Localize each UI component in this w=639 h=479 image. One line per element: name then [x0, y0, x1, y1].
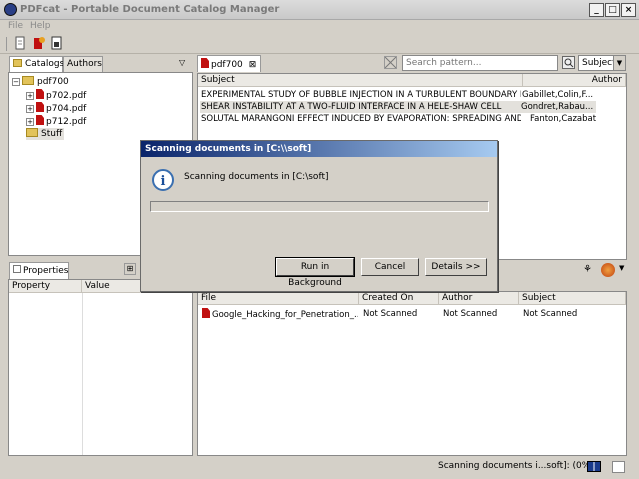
column-header[interactable]: Created On — [359, 292, 439, 305]
window-title: PDFcat - Portable Document Catalog Manag… — [20, 4, 280, 15]
table-row-author[interactable]: Not Scanned — [443, 308, 518, 320]
properties-icon — [13, 265, 21, 273]
status-bar: Scanning documents i...soft]: (0%) — [196, 457, 639, 479]
progress-bar — [150, 201, 489, 212]
table-row-subject[interactable]: SHEAR INSTABILITY AT A TWO-FLUID INTERFA… — [200, 101, 521, 113]
dialog-message: Scanning documents in [C:\soft] — [184, 172, 329, 182]
folder-icon — [26, 128, 38, 137]
search-field-select[interactable]: Subject ▼ — [578, 55, 626, 71]
toolbar — [0, 34, 639, 54]
search-go-icon[interactable] — [562, 56, 575, 69]
close-button[interactable]: × — [621, 3, 636, 17]
tree-item-file[interactable]: + p704.pdf — [26, 102, 86, 115]
collapse-icon[interactable]: − — [12, 78, 20, 86]
scan-icon[interactable] — [32, 36, 46, 50]
table-row-subject[interactable]: Not Scanned — [523, 308, 623, 320]
column-header[interactable]: Property — [9, 280, 82, 293]
table-row-file[interactable]: Google_Hacking_for_Penetration_... — [202, 308, 358, 320]
panel-options-icon[interactable]: ⊞ — [124, 263, 136, 275]
svg-text:i: i — [161, 174, 166, 189]
column-header[interactable]: Subject — [198, 74, 523, 87]
dialog-title: Scanning documents in [C:\\soft] — [141, 141, 497, 157]
column-header[interactable]: Subject — [519, 292, 626, 305]
tab-pdf700[interactable]: pdf700 ⊠ — [197, 55, 261, 72]
folder-icon — [22, 76, 34, 85]
new-catalog-icon[interactable] — [13, 36, 27, 50]
scanning-dialog: Scanning documents in [C:\\soft] i Scann… — [140, 140, 498, 292]
folder-icon — [13, 59, 22, 67]
tree-item-folder[interactable]: Stuff — [26, 128, 65, 140]
close-tab-icon[interactable]: ⊠ — [249, 60, 257, 70]
pdf-icon — [202, 308, 210, 318]
expand-icon[interactable]: + — [26, 92, 34, 100]
tab-catalogs[interactable]: Catalogs — [9, 56, 64, 73]
progress-icon[interactable] — [587, 461, 601, 472]
column-header[interactable]: File — [198, 292, 359, 305]
table-row-subject[interactable]: SOLUTAL MARANGONI EFFECT INDUCED BY EVAP… — [201, 113, 521, 125]
expand-icon[interactable]: + — [26, 105, 34, 113]
table-row-created[interactable]: Not Scanned — [363, 308, 438, 320]
title-bar: PDFcat - Portable Document Catalog Manag… — [0, 0, 639, 20]
properties-table: Property Value — [8, 279, 193, 456]
menu-bar: File Help — [0, 20, 639, 34]
column-header[interactable]: Author — [439, 292, 519, 305]
app-icon — [4, 3, 17, 16]
pdf-icon — [36, 89, 44, 99]
minimize-button[interactable]: _ — [589, 3, 604, 17]
info-icon: i — [151, 168, 175, 192]
maximize-button[interactable]: □ — [605, 3, 620, 17]
pdf-icon — [36, 115, 44, 125]
table-row-author[interactable]: Fanton,Cazabat — [530, 113, 626, 125]
pdf-icon — [201, 58, 209, 68]
people-icon[interactable]: ⚘ — [583, 264, 596, 277]
edit-icon[interactable] — [50, 36, 64, 50]
menu-help[interactable]: Help — [30, 21, 51, 31]
tree-root[interactable]: − pdf700 — [12, 76, 69, 88]
search-input[interactable] — [402, 55, 558, 71]
cancel-button[interactable]: Cancel — [361, 258, 419, 276]
details-button[interactable]: Details >> — [425, 258, 487, 276]
column-header[interactable]: Author — [523, 74, 626, 87]
tab-authors[interactable]: Authors — [63, 56, 103, 73]
table-row-author[interactable]: Gondret,Rabau... — [521, 101, 596, 113]
status-text: Scanning documents i...soft]: (0%) — [438, 461, 594, 471]
console-icon[interactable] — [612, 461, 625, 473]
table-row-author[interactable]: Gabillet,Colin,F... — [522, 89, 626, 101]
tree-item-file[interactable]: + p712.pdf — [26, 115, 86, 128]
table-row-subject[interactable]: EXPERIMENTAL STUDY OF BUBBLE INJECTION I… — [201, 89, 521, 101]
expand-icon[interactable]: + — [26, 118, 34, 126]
chevron-down-icon[interactable]: ▽ — [179, 58, 185, 67]
tab-properties[interactable]: Properties — [9, 262, 69, 279]
run-in-background-button[interactable]: Run in Background — [275, 257, 355, 288]
chevron-down-icon[interactable]: ▼ — [619, 264, 624, 272]
menu-file[interactable]: File — [8, 21, 23, 31]
pdf-icon — [36, 102, 44, 112]
tree-item-file[interactable]: + p702.pdf — [26, 89, 86, 102]
filter-icon[interactable] — [384, 56, 397, 69]
files-table: File Created On Author Subject Google_Ha… — [197, 291, 627, 456]
firefox-icon[interactable] — [601, 263, 615, 277]
chevron-down-icon[interactable]: ▼ — [613, 56, 625, 70]
